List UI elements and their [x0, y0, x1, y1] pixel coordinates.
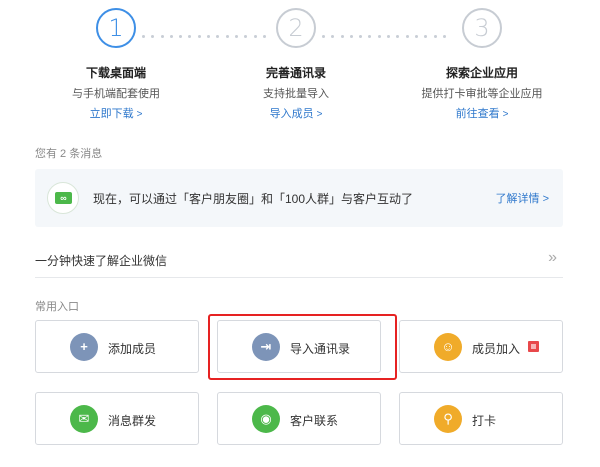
common-entries-label: 常用入口	[35, 301, 79, 313]
tile-label: 消息群发	[108, 414, 157, 428]
chevron-right-icon: >	[502, 109, 509, 120]
infinity-icon: ∞	[47, 182, 79, 214]
step-number-1: 1	[96, 8, 136, 48]
tile-label: 成员加入	[472, 342, 521, 356]
check-in-button[interactable]: ⚲ 打卡	[399, 392, 563, 445]
double-chevron-right-icon: »	[548, 249, 557, 266]
step-title: 完善通讯录	[265, 66, 326, 80]
add-user-icon: +	[70, 333, 98, 361]
quick-intro-text: 一分钟快速了解企业微信	[35, 254, 168, 268]
member-join-button[interactable]: ☺ 成员加入	[399, 320, 563, 373]
learn-more-link[interactable]: 了解详情 >	[496, 190, 550, 206]
step-description: 与手机端配套使用	[72, 88, 160, 100]
broadcast-message-button[interactable]: ✉ 消息群发	[35, 392, 199, 445]
step-title: 下载桌面端	[85, 66, 146, 80]
tile-label: 添加成员	[108, 342, 157, 356]
step-3: 3 探索企业应用 提供打卡审批等企业应用 前往查看 >	[402, 8, 562, 121]
chevron-right-icon: >	[542, 193, 549, 205]
customer-contact-button[interactable]: ◉ 客户联系	[217, 392, 381, 445]
notice-banner[interactable]: ∞ 现在，可以通过「客户朋友圈」和「100人群」与客户互动了 了解详情 >	[35, 169, 563, 227]
notice-text: 现在，可以通过「客户朋友圈」和「100人群」与客户互动了	[93, 192, 414, 206]
chevron-right-icon: >	[316, 109, 323, 120]
tile-label: 打卡	[472, 414, 497, 428]
location-pin-icon: ⚲	[434, 405, 462, 433]
add-member-button[interactable]: + 添加成员	[35, 320, 199, 373]
quick-intro-row[interactable]: 一分钟快速了解企业微信 »	[35, 240, 563, 278]
onboarding-steps: 1 下载桌面端 与手机端配套使用 立即下载 > 2 完善通讯录 支持批量导入 导入…	[0, 8, 600, 128]
tile-label: 客户联系	[290, 414, 339, 428]
message-count: 您有 2 条消息	[35, 148, 103, 160]
wechat-icon: ◉	[252, 405, 280, 433]
highlight-box	[208, 314, 397, 380]
explore-apps-link[interactable]: 前往查看 >	[402, 105, 562, 121]
step-1: 1 下载桌面端 与手机端配套使用 立即下载 >	[36, 8, 196, 121]
step-number-2: 2	[276, 8, 316, 48]
step-description: 支持批量导入	[263, 88, 329, 100]
step-description: 提供打卡审批等企业应用	[421, 88, 543, 100]
new-badge-icon	[528, 341, 539, 352]
step-number-3: 3	[462, 8, 502, 48]
import-members-link[interactable]: 导入成员 >	[216, 105, 376, 121]
chevron-right-icon: >	[136, 109, 143, 120]
download-link[interactable]: 立即下载 >	[36, 105, 196, 121]
step-2: 2 完善通讯录 支持批量导入 导入成员 >	[216, 8, 376, 121]
members-icon: ☺	[434, 333, 462, 361]
step-title: 探索企业应用	[445, 66, 518, 80]
broadcast-icon: ✉	[70, 405, 98, 433]
